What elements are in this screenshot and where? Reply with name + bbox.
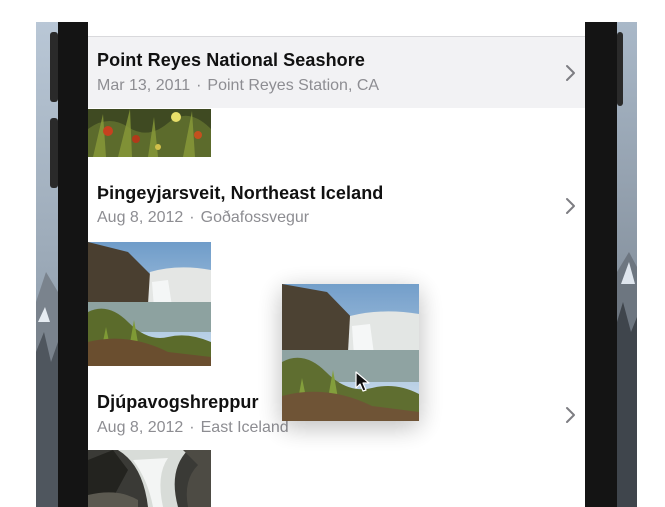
moment-subtitle: Aug 8, 2012 · East Iceland xyxy=(97,419,289,437)
moment-location: Goðafossvegur xyxy=(200,209,310,226)
moment-date: Aug 8, 2012 xyxy=(97,209,184,226)
photo-thumbnail-wildflowers[interactable] xyxy=(88,109,211,157)
device-bezel-right xyxy=(585,22,617,507)
subtitle-separator: · xyxy=(196,77,202,94)
chevron-right-icon[interactable] xyxy=(564,406,578,424)
selected-row-highlight xyxy=(88,37,585,108)
device-bezel-left xyxy=(58,22,88,507)
subtitle-separator: · xyxy=(189,419,195,436)
moment-title: Þingeyjarsveit, Northeast Iceland xyxy=(97,183,384,203)
chevron-right-icon[interactable] xyxy=(564,64,578,82)
photos-moments-screen[interactable]: Point Reyes National Seashore Mar 13, 20… xyxy=(88,22,585,507)
moment-location: East Iceland xyxy=(200,419,289,436)
moment-subtitle: Mar 13, 2011 · Point Reyes Station, CA xyxy=(97,77,379,95)
volume-down-button xyxy=(50,118,58,188)
moment-title: Point Reyes National Seashore xyxy=(97,50,365,70)
subtitle-separator: · xyxy=(189,209,195,226)
moment-date: Mar 13, 2011 xyxy=(97,77,191,94)
chevron-right-icon[interactable] xyxy=(564,197,578,215)
moment-location: Point Reyes Station, CA xyxy=(207,77,380,94)
power-button xyxy=(617,32,623,106)
dragged-photo-waterfall[interactable] xyxy=(282,284,419,421)
photo-thumbnail-waterfall[interactable] xyxy=(88,242,211,366)
moment-subtitle: Aug 8, 2012 · Goðafossvegur xyxy=(97,209,309,227)
arrow-cursor-icon xyxy=(355,371,370,392)
volume-up-button xyxy=(50,32,58,102)
moment-title: Djúpavogshreppur xyxy=(97,392,259,412)
moment-date: Aug 8, 2012 xyxy=(97,419,184,436)
photo-thumbnail-rocky-waterfall[interactable] xyxy=(88,450,211,507)
